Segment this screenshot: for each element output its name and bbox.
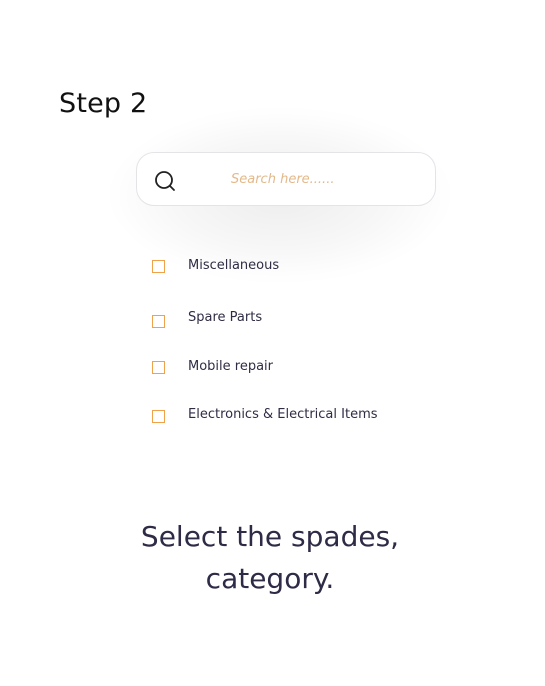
caption-line-2: category. [205, 562, 335, 595]
checkbox[interactable] [152, 259, 165, 273]
category-item-mobile-repair[interactable]: Mobile repair [152, 357, 273, 377]
checkbox[interactable] [152, 360, 165, 374]
caption-line-1: Select the spades, [140, 520, 400, 553]
search-icon[interactable] [153, 169, 177, 193]
search-bar[interactable] [136, 152, 436, 206]
search-input[interactable] [231, 167, 421, 191]
category-label: Spare Parts [188, 310, 263, 325]
checkbox[interactable] [152, 314, 165, 328]
category-item-miscellaneous[interactable]: Miscellaneous [152, 256, 279, 276]
category-item-electronics[interactable]: Electronics & Electrical Items [152, 405, 378, 425]
category-item-spare-parts[interactable]: Spare Parts [152, 308, 262, 328]
checkbox[interactable] [152, 409, 165, 423]
category-label: Mobile repair [188, 359, 274, 374]
step-title: Step 2 [59, 88, 148, 119]
category-label: Miscellaneous [188, 258, 280, 273]
instruction-caption: Select the spades, category. [60, 516, 480, 600]
category-label: Electronics & Electrical Items [188, 407, 378, 422]
